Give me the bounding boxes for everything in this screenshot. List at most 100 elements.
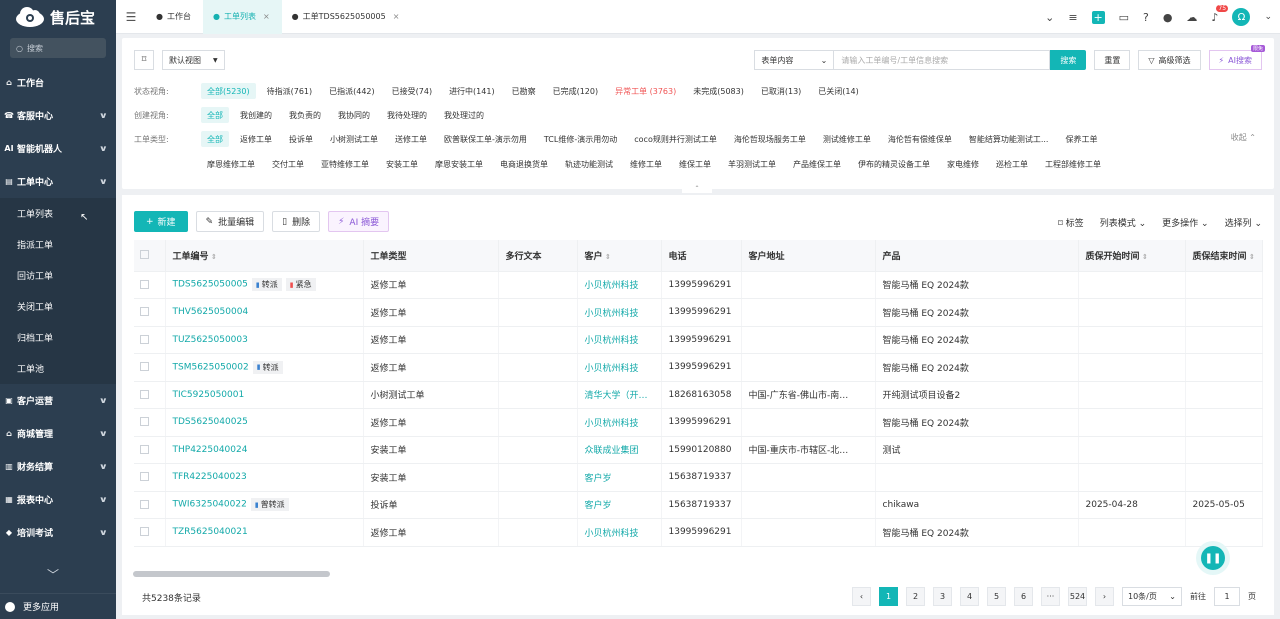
status-chip[interactable]: 进行中(141) xyxy=(443,83,501,99)
avatar[interactable]: Ω xyxy=(1232,8,1251,26)
view-select[interactable]: 默认视图 ▼ xyxy=(162,50,225,70)
types_row1-chip[interactable]: 小树测试工单 xyxy=(324,131,384,147)
checkbox[interactable] xyxy=(140,527,149,537)
ai-search-button[interactable]: ⚡ AI搜索 限免 xyxy=(1208,45,1265,70)
tag-button[interactable]: ⌑ 标签 xyxy=(1058,216,1084,229)
workorder-id-link[interactable]: TFR4225040023 xyxy=(173,472,247,482)
add-icon[interactable]: + xyxy=(1091,10,1105,24)
table-row[interactable]: TWI6325040022 ▮ 曾转派 投诉单 客户岁 15638719337 chikaw… xyxy=(134,491,1263,519)
sidebar-subitem[interactable]: 回访工单 xyxy=(0,260,116,291)
customer-cell[interactable]: 小贝杭州科技 xyxy=(577,298,662,327)
types_row1-chip[interactable]: 送修工单 xyxy=(389,131,433,147)
types_row1-chip[interactable]: coco规则并行测试工单 xyxy=(628,131,723,147)
types_row1-chip[interactable]: 海伦哲有偿维保单 xyxy=(882,131,958,147)
collapse-filters[interactable]: 收起 ⌃ xyxy=(1231,132,1256,143)
page-button[interactable]: 3 xyxy=(933,587,952,606)
status-chip[interactable]: 已接受(74) xyxy=(386,83,438,99)
types_row1-chip[interactable]: 海伦哲现场服务工单 xyxy=(728,131,812,147)
workorder-id-link[interactable]: TZR5625040021 xyxy=(173,527,248,537)
types_row2-chip[interactable]: 维修工单 xyxy=(624,156,668,172)
customer-cell[interactable]: 清华大学（开… xyxy=(577,381,662,409)
new-button[interactable]: + 新建 xyxy=(134,211,188,232)
checkbox[interactable] xyxy=(140,389,149,399)
customer-cell[interactable]: 小贝杭州科技 xyxy=(577,408,662,437)
sidebar-item-report[interactable]: ▦ 报表中心 ∨ xyxy=(0,483,116,516)
types_row1-chip[interactable]: 全部 xyxy=(201,131,229,147)
customer-cell[interactable]: 小贝杭州科技 xyxy=(577,353,662,382)
sort-icon[interactable]: ⇕ xyxy=(1140,253,1148,261)
select-all-checkbox[interactable] xyxy=(134,240,166,272)
sidebar-item-mall[interactable]: ⌂ 商城管理 ∨ xyxy=(0,417,116,450)
column-header[interactable]: 质保开始时间 ⇕ xyxy=(1078,240,1186,272)
next-page-button[interactable]: › xyxy=(1095,587,1114,606)
more-apps[interactable]: 更多应用 xyxy=(0,593,116,619)
checkbox[interactable] xyxy=(140,499,149,509)
checkbox[interactable] xyxy=(140,362,149,372)
checkbox[interactable] xyxy=(140,444,149,454)
sidebar-search[interactable]: ○ 搜索 xyxy=(10,38,106,58)
column-header[interactable]: 客户 ⇕ xyxy=(577,240,662,272)
status-chip[interactable]: 全部(5230) xyxy=(201,83,256,99)
sidebar-item-customer[interactable]: ▣ 客户运营 ∨ xyxy=(0,384,116,417)
more-ops-dropdown[interactable]: 更多操作 ⌄ xyxy=(1162,216,1208,229)
help-icon[interactable]: ? xyxy=(1143,11,1149,24)
floating-assistant-button[interactable]: ❚❚ xyxy=(1196,541,1230,575)
search-input[interactable]: 请输入工单编号/工单信息搜索 xyxy=(834,50,1051,70)
sidebar-subitem[interactable]: 工单列表 xyxy=(0,198,116,229)
close-icon[interactable]: × xyxy=(263,12,270,21)
customer-cell[interactable]: 小贝杭州科技 xyxy=(577,326,662,354)
batch-edit-button[interactable]: ✎ 批量编辑 xyxy=(195,211,265,232)
table-row[interactable]: TFR4225040023 安装工单 客户岁 15638719337 xyxy=(134,463,1263,492)
column-header[interactable]: 多行文本 xyxy=(498,240,578,272)
workorder-id-link[interactable]: THP4225040024 xyxy=(173,445,248,455)
column-header[interactable]: 电话 xyxy=(661,240,742,272)
types_row1-chip[interactable]: TCL维修-演示用勿动 xyxy=(538,131,623,147)
types_row1-chip[interactable]: 保养工单 xyxy=(1059,131,1103,147)
theme-icon[interactable]: ● xyxy=(1163,11,1173,24)
types_row2-chip[interactable]: 亚特维修工单 xyxy=(315,156,375,172)
avatar-chevron-icon[interactable]: ⌄ xyxy=(1264,12,1272,22)
sidebar-subitem[interactable]: 归档工单 xyxy=(0,322,116,353)
tab-0[interactable]: ● 工作台 xyxy=(146,0,203,34)
types_row1-chip[interactable]: 返修工单 xyxy=(234,131,278,147)
checkbox[interactable] xyxy=(140,279,149,289)
search-scope-select[interactable]: 表单内容 ⌄ xyxy=(754,50,835,70)
close-icon[interactable]: × xyxy=(393,12,400,21)
page-button[interactable]: 4 xyxy=(960,587,979,606)
list-mode-dropdown[interactable]: 列表模式 ⌄ xyxy=(1100,216,1146,229)
table-row[interactable]: THP4225040024 安装工单 众联成业集团 15990120880 中国-重庆市… xyxy=(134,436,1263,464)
sort-icon[interactable]: ⇕ xyxy=(209,253,217,261)
bookmark-icon[interactable]: ⌑ xyxy=(134,50,154,70)
checkbox[interactable] xyxy=(140,307,149,317)
customer-cell[interactable]: 小贝杭州科技 xyxy=(577,271,662,299)
sidebar-item-service[interactable]: ☎ 客服中心 ∨ xyxy=(0,99,116,132)
page-size-select[interactable]: 10条/页 ⌄ xyxy=(1122,587,1182,606)
sidebar-item-finance[interactable]: ▥ 财务结算 ∨ xyxy=(0,450,116,483)
panel-toggle-handle[interactable]: ⌃ xyxy=(682,185,712,193)
workorder-id-link[interactable]: TSM5625050002 xyxy=(173,362,249,372)
page-button[interactable]: 6 xyxy=(1014,587,1033,606)
sidebar-item-ai[interactable]: AI 智能机器人 ∨ xyxy=(0,132,116,165)
table-row[interactable]: THV5625050004 返修工单 小贝杭州科技 13995996291 智能马桶 E… xyxy=(134,298,1263,327)
customer-cell[interactable]: 小贝杭州科技 xyxy=(577,518,662,547)
workorder-id-link[interactable]: TUZ5625050003 xyxy=(173,335,248,345)
tab-1[interactable]: ● 工单列表 × xyxy=(202,0,282,34)
customer-cell[interactable]: 客户岁 xyxy=(577,463,662,492)
sort-icon[interactable]: ⇕ xyxy=(1247,253,1255,261)
page-button[interactable]: ··· xyxy=(1041,587,1060,606)
types_row1-chip[interactable]: 投诉单 xyxy=(283,131,319,147)
types_row1-chip[interactable]: 测试维修工单 xyxy=(817,131,877,147)
sidebar-item-home[interactable]: ⌂ 工作台 xyxy=(0,66,116,99)
checkbox[interactable] xyxy=(140,417,149,427)
prev-page-button[interactable]: ‹ xyxy=(852,587,871,606)
sidebar-subitem[interactable]: 工单池 xyxy=(0,353,116,384)
types_row2-chip[interactable]: 维保工单 xyxy=(673,156,717,172)
types_row2-chip[interactable]: 安装工单 xyxy=(380,156,424,172)
types_row2-chip[interactable]: 摩恩安装工单 xyxy=(429,156,489,172)
status-chip[interactable]: 已取消(13) xyxy=(755,83,807,99)
customer-cell[interactable]: 客户岁 xyxy=(577,491,662,519)
delete-button[interactable]: ▯ 删除 xyxy=(272,211,321,232)
column-header[interactable]: 客户地址 xyxy=(741,240,876,272)
status-chip[interactable]: 异常工单 (3763) xyxy=(609,83,682,99)
types_row2-chip[interactable]: 巡检工单 xyxy=(990,156,1034,172)
